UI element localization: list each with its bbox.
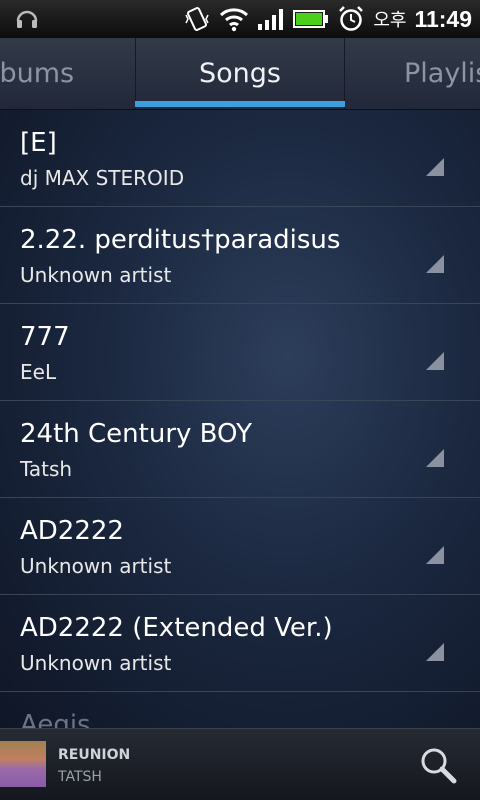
song-title: AD2222 (Extended Ver.) — [20, 613, 333, 643]
context-menu-icon[interactable] — [426, 352, 444, 370]
tab-selected-indicator — [135, 101, 345, 107]
status-time: 11:49 — [414, 5, 472, 32]
song-artist: EeL — [20, 360, 57, 384]
context-menu-icon[interactable] — [426, 643, 444, 661]
search-icon[interactable] — [418, 745, 458, 785]
tab-bar: lbums Songs Playlis — [0, 38, 480, 110]
wifi-icon — [220, 8, 249, 32]
tab-albums[interactable]: lbums — [0, 38, 74, 109]
list-item[interactable]: [E] dj MAX STEROID — [0, 110, 480, 207]
status-bar: 오후 11:49 — [0, 0, 480, 38]
song-title: [E] — [20, 128, 57, 158]
song-artist: Tatsh — [20, 457, 73, 481]
list-item[interactable]: 2.22. perditus†paradisus Unknown artist — [0, 207, 480, 304]
context-menu-icon[interactable] — [426, 546, 444, 564]
battery-icon — [293, 10, 329, 28]
tab-playlists[interactable]: Playlis — [404, 38, 480, 109]
list-item[interactable]: Aegis — [0, 692, 480, 728]
song-title: AD2222 — [20, 516, 124, 546]
song-artist: Unknown artist — [20, 263, 172, 287]
song-artist: dj MAX STEROID — [20, 166, 185, 190]
signal-icon — [258, 9, 284, 30]
song-list[interactable]: [E] dj MAX STEROID 2.22. perditus†paradi… — [0, 110, 480, 728]
context-menu-icon[interactable] — [426, 158, 444, 176]
album-art[interactable] — [0, 741, 46, 787]
list-item[interactable]: AD2222 (Extended Ver.) Unknown artist — [0, 595, 480, 692]
song-title: Aegis — [20, 710, 91, 728]
status-ampm: 오후 — [373, 10, 407, 31]
list-item[interactable]: 24th Century BOY Tatsh — [0, 401, 480, 498]
headphones-icon — [16, 10, 38, 28]
now-playing-title: REUNION — [58, 747, 131, 763]
song-artist: Unknown artist — [20, 651, 172, 675]
song-title: 2.22. perditus†paradisus — [20, 225, 341, 255]
tab-songs[interactable]: Songs — [135, 38, 345, 109]
song-title: 24th Century BOY — [20, 419, 252, 449]
now-playing-bar[interactable]: REUNION TATSH — [0, 728, 480, 800]
song-artist: Unknown artist — [20, 554, 172, 578]
alarm-icon — [339, 6, 364, 31]
vibrate-icon — [185, 7, 209, 31]
song-title: 777 — [20, 322, 70, 352]
list-item[interactable]: 777 EeL — [0, 304, 480, 401]
list-item[interactable]: AD2222 Unknown artist — [0, 498, 480, 595]
context-menu-icon[interactable] — [426, 449, 444, 467]
context-menu-icon[interactable] — [426, 255, 444, 273]
now-playing-artist: TATSH — [58, 769, 102, 785]
